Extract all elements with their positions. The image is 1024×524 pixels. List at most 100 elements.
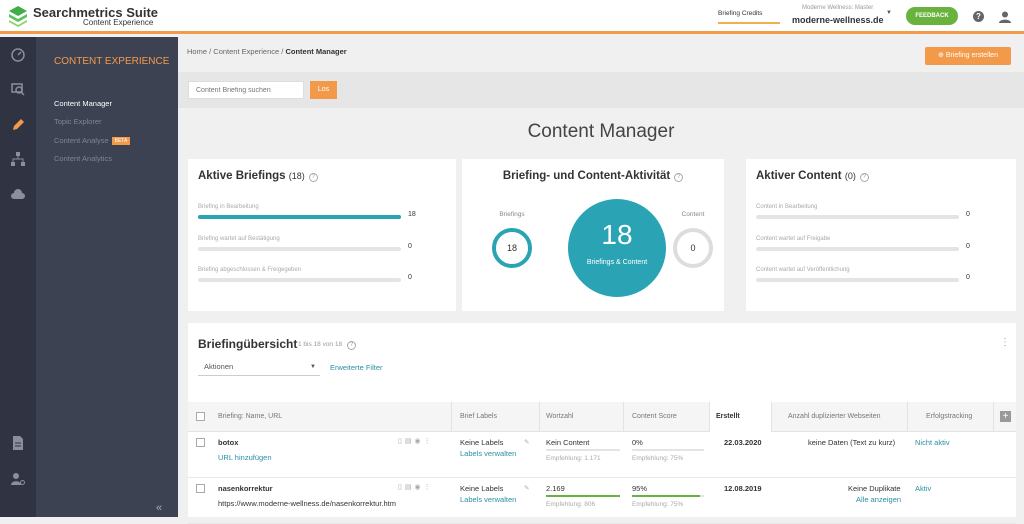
panel-count: (18) [288,171,305,181]
row-action-icons[interactable]: ▯▤◉⋮ [398,483,434,491]
column-header-wortzahl[interactable]: Wortzahl [540,402,624,432]
tracking-status[interactable]: Aktiv [915,484,931,493]
progress-track [198,247,401,251]
beta-badge: BETA [111,137,131,145]
app-logo[interactable]: Searchmetrics Suite Content Experience [8,5,158,27]
chevron-down-icon[interactable]: ▼ [886,10,892,16]
subnav-item-content-analytics[interactable]: Content Analytics [54,154,112,163]
briefings-label: Briefings [499,211,525,218]
search-input[interactable] [188,81,304,99]
add-column-icon[interactable]: + [1000,411,1011,422]
status-row: Content wartet auf Veröffentlichung 0 [756,267,994,282]
feedback-button[interactable]: FEEDBACK [906,7,958,25]
document-icon[interactable] [10,435,26,451]
subnav-item-content-analyse[interactable]: Content Analyse BETA [54,136,131,145]
tracking-status[interactable]: Nicht aktiv [915,438,950,447]
status-row: Briefing wartet auf Bestätigung 0 [198,236,436,251]
actions-dropdown[interactable]: Aktionen ▼ [198,358,320,376]
progress-track [198,215,401,219]
breadcrumb-section[interactable]: Content Experience [213,47,279,56]
dashboard-icon[interactable] [10,47,26,63]
column-header-content-score[interactable]: Content Score [624,402,710,432]
research-icon[interactable] [10,81,26,97]
overview-count-text: 1 bis 18 von 18 [298,341,343,348]
row-checkbox[interactable] [196,484,205,493]
logo-icon [9,6,27,27]
content-score-bar [632,449,704,451]
active-briefings-panel: Aktive Briefings (18)? Briefing in Bearb… [188,159,456,311]
info-icon[interactable]: ? [674,173,684,182]
show-all-link[interactable]: Alle anzeigen [856,495,901,504]
user-settings-icon[interactable] [10,471,26,487]
manage-labels-link[interactable]: Labels verwalten [460,495,516,504]
user-icon[interactable] [998,10,1012,24]
breadcrumb-current: Content Manager [285,47,347,56]
create-briefing-label: Briefing erstellen [945,52,998,59]
search-button[interactable]: Los [310,81,337,99]
subnav-item-topic-explorer[interactable]: Topic Explorer [54,117,102,126]
column-header-labels[interactable]: Brief Labels [452,402,540,432]
sub-navigation: CONTENT EXPERIENCE Content Manager Topic… [36,37,178,517]
column-header-duplicates[interactable]: Anzahl duplizierter Webseiten [772,402,908,432]
total-label: Briefings & Content [586,259,648,266]
progress-fill [198,215,401,219]
briefings-ring: 18 [492,228,532,268]
briefing-credits[interactable]: Briefing Credits [718,10,762,17]
chevron-down-icon: ▼ [310,364,316,370]
progress-track [756,247,959,251]
progress-track [756,215,959,219]
more-options-icon[interactable]: ⋮ [1000,337,1010,348]
status-row: Content wartet auf Freigabe 0 [756,236,994,251]
content-value: 0 [690,243,696,253]
status-value: 0 [966,243,970,250]
status-value: 0 [966,211,970,218]
info-icon[interactable]: ? [308,173,318,182]
info-icon[interactable]: ? [346,341,356,350]
column-header-tracking[interactable]: Erfolgstracking [908,402,994,432]
row-action-icons[interactable]: ▯▤◉⋮ [398,437,434,445]
row-checkbox[interactable] [196,438,205,447]
pencil-icon[interactable]: ✎ [524,438,529,446]
icon-rail [0,37,36,517]
progress-track [198,278,401,282]
actions-label: Aktionen [204,362,234,371]
column-header-name[interactable]: Briefing: Name, URL [188,402,452,432]
word-count-recommendation: Empfehlung: 1.171 [546,455,601,462]
pencil-icon[interactable] [10,117,26,133]
table-row[interactable]: nasenkorrektur https://www.moderne-welln… [188,479,1016,524]
breadcrumb-home[interactable]: Home [187,47,207,56]
word-count-bar [546,495,620,497]
panel-count: (0) [844,171,856,181]
sitemap-icon[interactable] [10,151,26,167]
help-icon[interactable]: ? [973,11,984,22]
breadcrumb: Home / Content Experience / Content Mana… [187,47,347,56]
panel-title-text: Aktive Briefings [198,170,286,182]
brief-labels: Keine Labels [460,484,504,493]
column-header-erstellt[interactable]: Erstellt [710,402,772,432]
pencil-icon[interactable]: ✎ [524,484,529,492]
info-icon[interactable]: ? [859,173,869,182]
status-value: 0 [408,274,412,281]
status-label: Briefing wartet auf Bestätigung [198,236,280,242]
account-selector[interactable]: moderne-wellness.de [792,15,884,25]
briefing-name[interactable]: nasenkorrektur [218,484,273,493]
briefing-name[interactable]: botox [218,438,238,447]
page-title: Content Manager [527,121,675,142]
created-date: 22.03.2020 [724,438,762,447]
table-row[interactable]: botox URL hinzufügen ▯▤◉⋮ Keine Labels L… [188,433,1016,478]
breadcrumb-separator: / [209,47,212,56]
briefing-url[interactable]: https://www.moderne-wellness.de/nasenkor… [218,499,396,508]
manage-labels-link[interactable]: Labels verwalten [460,449,516,458]
briefing-url[interactable]: URL hinzufügen [218,453,272,462]
active-content-panel: Aktiver Content (0)? Content in Bearbeit… [746,159,1016,311]
subnav-title: CONTENT EXPERIENCE [54,56,170,67]
account-subtitle: Moderne Wellness: Master [802,5,874,11]
status-label: Content wartet auf Freigabe [756,236,831,242]
status-row: Briefing abgeschlossen & Freigegeben 0 [198,267,436,282]
collapse-icon[interactable]: « [156,502,162,514]
advanced-filter-link[interactable]: Erweiterte Filter [330,363,383,372]
briefings-value: 18 [506,243,517,253]
subnav-item-content-manager[interactable]: Content Manager [54,99,112,108]
create-briefing-button[interactable]: ⊕ Briefing erstellen [925,47,1011,65]
cloud-icon[interactable] [10,187,26,203]
